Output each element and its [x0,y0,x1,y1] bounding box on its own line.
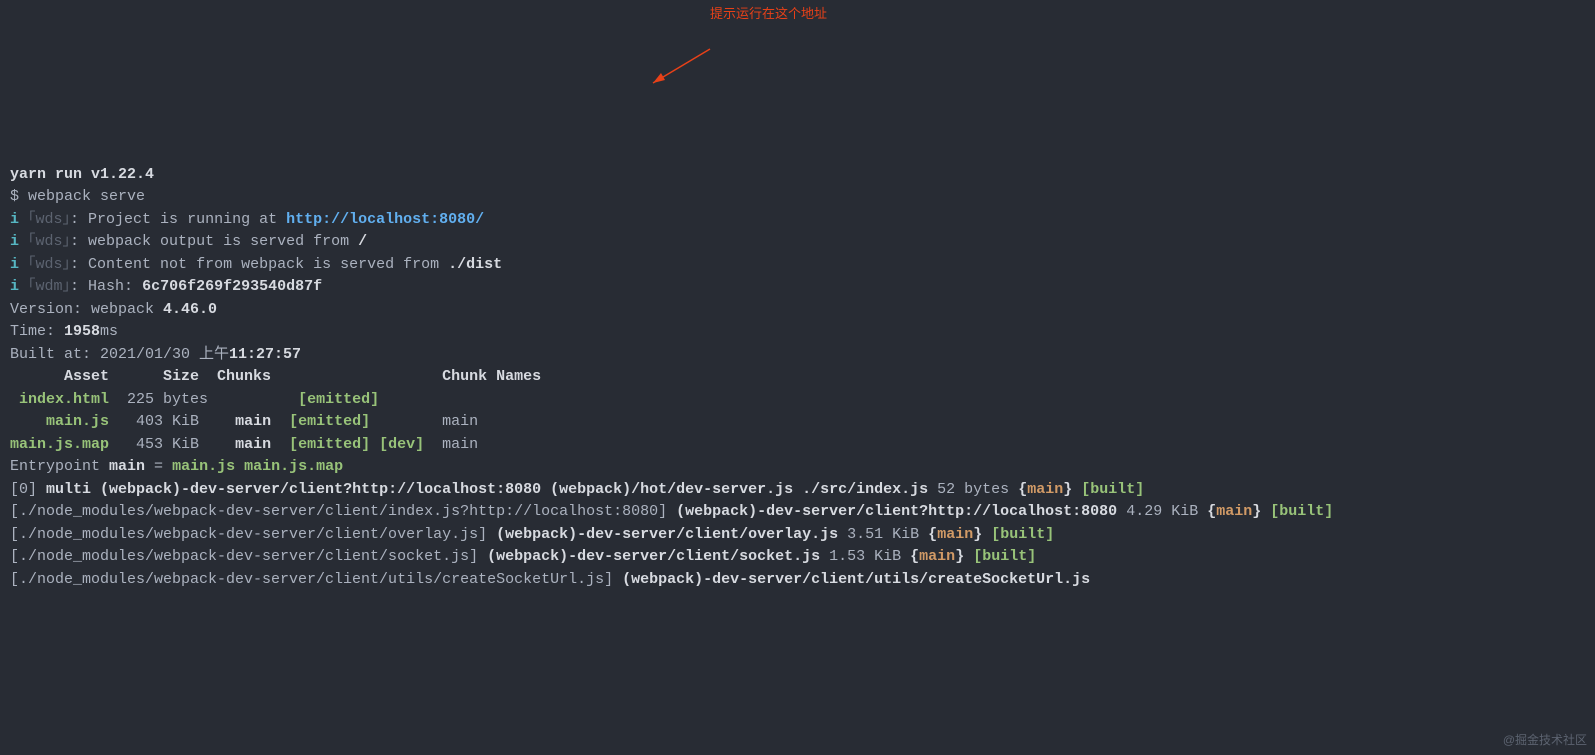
asset-name: index.html [10,391,109,408]
chunk-name: main [235,436,271,453]
yarn-version: yarn run v1.22.4 [10,166,154,183]
annotation-arrow-icon [645,24,715,109]
module-index: [0] [10,481,46,498]
emitted-tag: [emitted] [dev] [271,436,424,453]
built-tag: [built] [1072,481,1144,498]
emitted-tag: [emitted] [271,413,370,430]
info-icon: i [10,256,19,273]
wds-tag: ｢wds｣ [19,233,70,250]
module-path: [./node_modules/webpack-dev-server/clien… [10,571,622,588]
module-name: (webpack)-dev-server/client/overlay.js [496,526,838,543]
built-at-label: Built at: 2021/01/30 上午 [10,346,229,363]
prompt: $ [10,188,28,205]
built-tag: [built] [964,548,1036,565]
module-path: [./node_modules/webpack-dev-server/clien… [10,526,496,543]
module-name: (webpack)-dev-server/client/socket.js [487,548,820,565]
version-label: Version: webpack [10,301,163,318]
chunk-ref: main [1216,503,1252,520]
chunk-ref: main [937,526,973,543]
command: webpack serve [28,188,145,205]
chunk-ref: main [919,548,955,565]
info-icon: i [10,233,19,250]
wdm-tag: ｢wdm｣ [19,278,70,295]
built-tag: [built] [982,526,1054,543]
module-path: [./node_modules/webpack-dev-server/clien… [10,548,487,565]
module-path: [./node_modules/webpack-dev-server/clien… [10,503,676,520]
table-header: Asset Size Chunks Chunk Names [10,368,541,385]
annotation-text: 提示运行在这个地址 [710,4,827,24]
hash-value: 6c706f269f293540d87f [142,278,322,295]
entrypoint-files: main.js main.js.map [172,458,343,475]
webpack-version: 4.46.0 [163,301,217,318]
entrypoint-name: main [109,458,145,475]
info-icon: i [10,278,19,295]
module-name: multi (webpack)-dev-server/client?http:/… [46,481,928,498]
module-name: (webpack)-dev-server/client?http://local… [676,503,1117,520]
wds-tag: ｢wds｣ [19,211,70,228]
dist-path: ./dist [448,256,502,273]
chunk-ref: main [1027,481,1063,498]
info-icon: i [10,211,19,228]
asset-name: main.js [10,413,109,430]
built-at-time: 11:27:57 [229,346,301,363]
chunk-name: main [235,413,271,430]
emitted-tag: [emitted] [298,391,379,408]
wds-tag: ｢wds｣ [19,256,70,273]
module-name: (webpack)-dev-server/client/utils/create… [622,571,1090,588]
build-time: 1958 [64,323,100,340]
time-label: Time: [10,323,64,340]
output-path: / [358,233,367,250]
built-tag: [built] [1261,503,1333,520]
server-url[interactable]: http://localhost:8080/ [286,211,484,228]
watermark: @掘金技术社区 [1503,731,1587,749]
entrypoint-label: Entrypoint [10,458,109,475]
terminal-output: yarn run v1.22.4 $ webpack serve i ｢wds｣… [10,164,1585,592]
asset-name: main.js.map [10,436,109,453]
